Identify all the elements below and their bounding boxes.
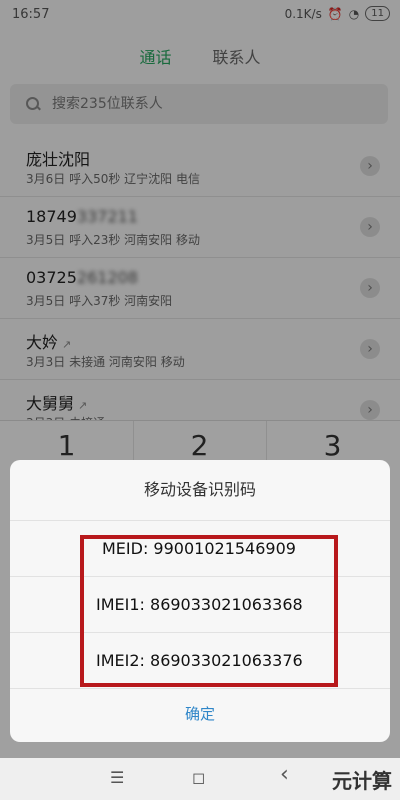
- phone-screen: 16:57 0.1K/s ⏰ ◔ 11 通话 联系人 庞壮沈阳 3月6日 呼入5…: [0, 0, 400, 800]
- home-icon[interactable]: ◻: [192, 768, 205, 787]
- watermark-logo: 元计算: [332, 769, 392, 793]
- menu-icon[interactable]: ☰: [110, 768, 124, 787]
- confirm-button[interactable]: 确定: [10, 686, 390, 742]
- highlight-box: [80, 535, 338, 687]
- dialog-title: 移动设备识别码: [10, 460, 390, 521]
- back-icon[interactable]: ‹: [280, 762, 289, 787]
